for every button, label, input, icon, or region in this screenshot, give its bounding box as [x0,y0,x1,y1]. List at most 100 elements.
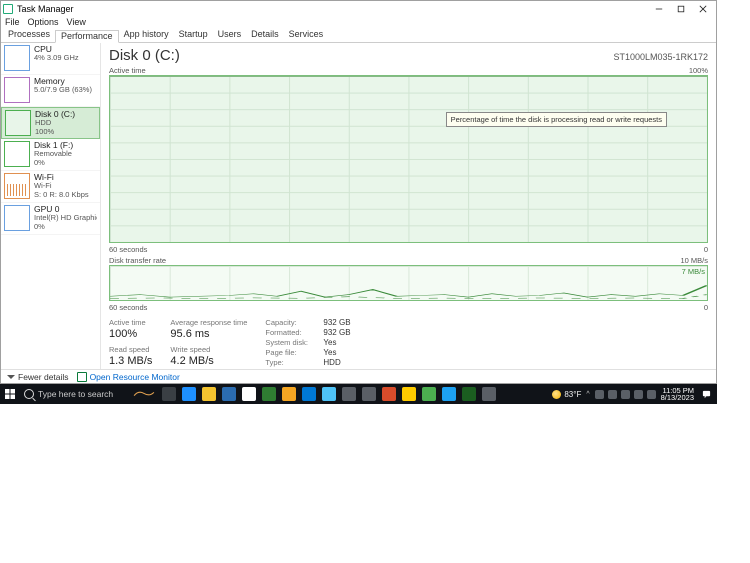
taskbar-app-icon[interactable] [442,387,456,401]
stat-label: Average response time [170,318,247,327]
taskbar-app-icon[interactable] [402,387,416,401]
sidebar-item-disk1[interactable]: Disk 1 (F:) Removable 0% [1,139,100,171]
sun-icon [552,390,561,399]
search-highlight-icon[interactable] [130,384,158,404]
tray-chevron-icon[interactable]: ^ [586,391,589,398]
taskbar-app-icon[interactable] [322,387,336,401]
task-manager-window: Task Manager File Options View Processes… [0,0,717,384]
system-tray[interactable]: 83°F ^ 11:05 PM 8/13/2023 [552,387,717,402]
tab-startup[interactable]: Startup [174,29,213,42]
maximize-button[interactable] [670,2,692,16]
chart-tooltip: Percentage of time the disk is processin… [446,112,667,127]
menu-file[interactable]: File [5,17,20,29]
open-resource-monitor-link[interactable]: Open Resource Monitor [77,372,180,382]
tab-services[interactable]: Services [284,29,329,42]
stat-label: Write speed [170,345,247,354]
weather-widget[interactable]: 83°F [552,390,581,399]
taskbar-app-icon[interactable] [482,387,496,401]
app-icon [3,4,13,14]
weather-temp: 83°F [564,390,581,399]
disk-thumb-icon [4,141,30,167]
stat-label: Read speed [109,345,152,354]
sidebar-item-cpu[interactable]: CPU 4% 3.09 GHz [1,43,100,75]
wifi-thumb-icon [4,173,30,199]
tab-performance[interactable]: Performance [55,30,119,43]
disk-model: ST1000LM035-1RK172 [613,52,708,62]
stat-key: Formatted: [265,328,323,337]
stat-key: Page file: [265,348,323,357]
taskbar-app-icons [162,387,496,401]
tray-meet-icon[interactable] [608,390,617,399]
stat-val: 932 GB [323,328,350,337]
menu-view[interactable]: View [67,17,86,29]
taskbar-app-icon[interactable] [222,387,236,401]
sidebar-item-wifi[interactable]: Wi-Fi Wi-Fi S: 0 R: 8.0 Kbps [1,171,100,203]
taskbar-app-icon[interactable] [162,387,176,401]
chart-xfer-xleft: 60 seconds [109,303,147,312]
stat-key: Capacity: [265,318,323,327]
taskbar-app-icon[interactable] [462,387,476,401]
stat-val: Yes [323,348,336,357]
tabsbar: Processes Performance App history Startu… [1,29,716,43]
clock-date: 8/13/2023 [661,394,694,402]
taskbar-app-icon[interactable] [302,387,316,401]
tray-battery-icon[interactable] [647,390,656,399]
gpu-thumb-icon [4,205,30,231]
transfer-rate-chart[interactable]: 7 MB/s [109,265,708,301]
titlebar[interactable]: Task Manager [1,1,716,17]
fewer-details-button[interactable]: Fewer details [7,372,69,382]
page-title: Disk 0 (C:) [109,47,180,64]
taskbar-app-icon[interactable] [262,387,276,401]
stat-value: 4.2 MB/s [170,355,247,367]
chart-xfer-max: 10 MB/s [680,256,708,265]
sidebar-item-memory[interactable]: Memory 5.0/7.9 GB (63%) [1,75,100,107]
windows-taskbar[interactable]: Type here to search 83°F ^ 11:05 PM 8/13… [0,384,717,404]
taskbar-app-icon[interactable] [242,387,256,401]
perf-main-pane: Disk 0 (C:) ST1000LM035-1RK172 Active ti… [101,43,716,369]
stats-block: Active time 100% Read speed 1.3 MB/s Ave… [109,318,708,367]
active-time-chart[interactable]: Percentage of time the disk is processin… [109,75,708,243]
tab-details[interactable]: Details [246,29,284,42]
tab-processes[interactable]: Processes [3,29,55,42]
minimize-button[interactable] [648,2,670,16]
taskbar-app-icon[interactable] [282,387,296,401]
sidebar-item-disk0[interactable]: Disk 0 (C:) HDD 100% [1,107,100,139]
stat-key: System disk: [265,338,323,347]
taskbar-app-icon[interactable] [422,387,436,401]
search-placeholder: Type here to search [38,389,113,399]
chart-active-xright: 0 [704,245,708,254]
taskbar-search[interactable]: Type here to search [20,384,130,404]
disk-thumb-icon [5,110,31,136]
stat-value: 95.6 ms [170,328,247,340]
clock[interactable]: 11:05 PM 8/13/2023 [661,387,694,402]
footer: Fewer details Open Resource Monitor [1,369,716,383]
stat-key: Type: [265,358,323,367]
taskbar-app-icon[interactable] [182,387,196,401]
tab-app-history[interactable]: App history [119,29,174,42]
search-icon [24,389,34,399]
close-button[interactable] [692,2,714,16]
memory-thumb-icon [4,77,30,103]
taskbar-app-icon[interactable] [202,387,216,401]
stat-value: 100% [109,328,152,340]
stat-label: Active time [109,318,152,327]
tab-users[interactable]: Users [213,29,247,42]
chart-xfer-label: Disk transfer rate [109,256,166,265]
perf-sidebar: CPU 4% 3.09 GHz Memory 5.0/7.9 GB (63%) … [1,43,101,369]
taskbar-app-icon[interactable] [382,387,396,401]
tray-onedrive-icon[interactable] [595,390,604,399]
notifications-button[interactable] [699,387,713,401]
menu-options[interactable]: Options [28,17,59,29]
tray-volume-icon[interactable] [634,390,643,399]
tray-network-icon[interactable] [621,390,630,399]
stat-val: 932 GB [323,318,350,327]
start-button[interactable] [0,384,20,404]
sidebar-item-gpu[interactable]: GPU 0 Intel(R) HD Graphics… 0% [1,203,100,235]
chart-xfer-xright: 0 [704,303,708,312]
cpu-thumb-icon [4,45,30,71]
stat-val: Yes [323,338,336,347]
chart-active-label: Active time [109,66,146,75]
chart-active-xleft: 60 seconds [109,245,147,254]
taskbar-app-icon[interactable] [342,387,356,401]
taskbar-app-icon[interactable] [362,387,376,401]
